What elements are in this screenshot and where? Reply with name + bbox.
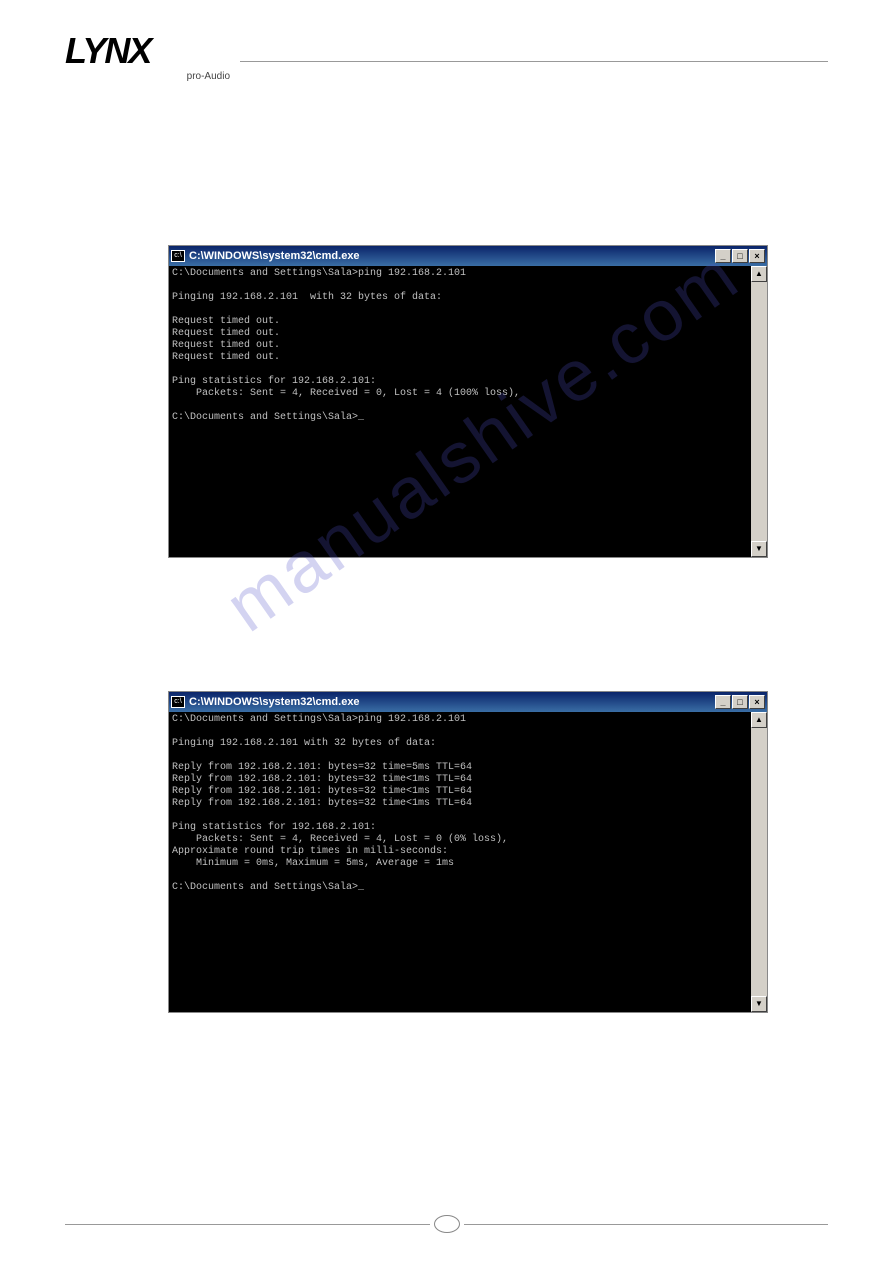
titlebar[interactable]: c:\ C:\WINDOWS\system32\cmd.exe _ □ ×	[169, 692, 767, 712]
logo-subtext: pro-Audio	[187, 71, 230, 82]
close-button[interactable]: ×	[749, 249, 765, 263]
page-header: LYNX pro-Audio	[65, 30, 828, 80]
maximize-button[interactable]: □	[732, 695, 748, 709]
titlebar-text: C:\WINDOWS\system32\cmd.exe	[189, 250, 360, 262]
scroll-down-icon[interactable]: ▼	[751, 541, 767, 557]
logo: LYNX pro-Audio	[65, 30, 230, 80]
cmd-window-ping-success: c:\ C:\WINDOWS\system32\cmd.exe _ □ × C:…	[168, 691, 768, 1013]
minimize-button[interactable]: _	[715, 695, 731, 709]
titlebar-text: C:\WINDOWS\system32\cmd.exe	[189, 696, 360, 708]
footer-page-ellipse	[434, 1215, 460, 1233]
scroll-up-icon[interactable]: ▲	[751, 266, 767, 282]
titlebar-left: c:\ C:\WINDOWS\system32\cmd.exe	[171, 250, 360, 262]
minimize-button[interactable]: _	[715, 249, 731, 263]
cmd-window-ping-fail: c:\ C:\WINDOWS\system32\cmd.exe _ □ × C:…	[168, 245, 768, 558]
titlebar[interactable]: c:\ C:\WINDOWS\system32\cmd.exe _ □ ×	[169, 246, 767, 266]
maximize-button[interactable]: □	[732, 249, 748, 263]
cmd-output[interactable]: C:\Documents and Settings\Sala>ping 192.…	[169, 712, 767, 896]
cmd-output[interactable]: C:\Documents and Settings\Sala>ping 192.…	[169, 266, 767, 426]
cmd-icon: c:\	[171, 250, 185, 262]
window-controls: _ □ ×	[715, 249, 765, 263]
scroll-track[interactable]	[751, 282, 767, 541]
scroll-down-icon[interactable]: ▼	[751, 996, 767, 1012]
scroll-track[interactable]	[751, 728, 767, 996]
footer-divider-left	[65, 1224, 430, 1225]
cmd-body: C:\Documents and Settings\Sala>ping 192.…	[169, 266, 767, 557]
window-controls: _ □ ×	[715, 695, 765, 709]
footer-divider-right	[464, 1224, 829, 1225]
logo-text: LYNX	[65, 30, 150, 71]
page-footer	[65, 1215, 828, 1233]
scroll-up-icon[interactable]: ▲	[751, 712, 767, 728]
cmd-body: C:\Documents and Settings\Sala>ping 192.…	[169, 712, 767, 1012]
scrollbar[interactable]: ▲ ▼	[751, 712, 767, 1012]
scrollbar[interactable]: ▲ ▼	[751, 266, 767, 557]
header-divider	[240, 61, 828, 62]
titlebar-left: c:\ C:\WINDOWS\system32\cmd.exe	[171, 696, 360, 708]
close-button[interactable]: ×	[749, 695, 765, 709]
cmd-icon: c:\	[171, 696, 185, 708]
